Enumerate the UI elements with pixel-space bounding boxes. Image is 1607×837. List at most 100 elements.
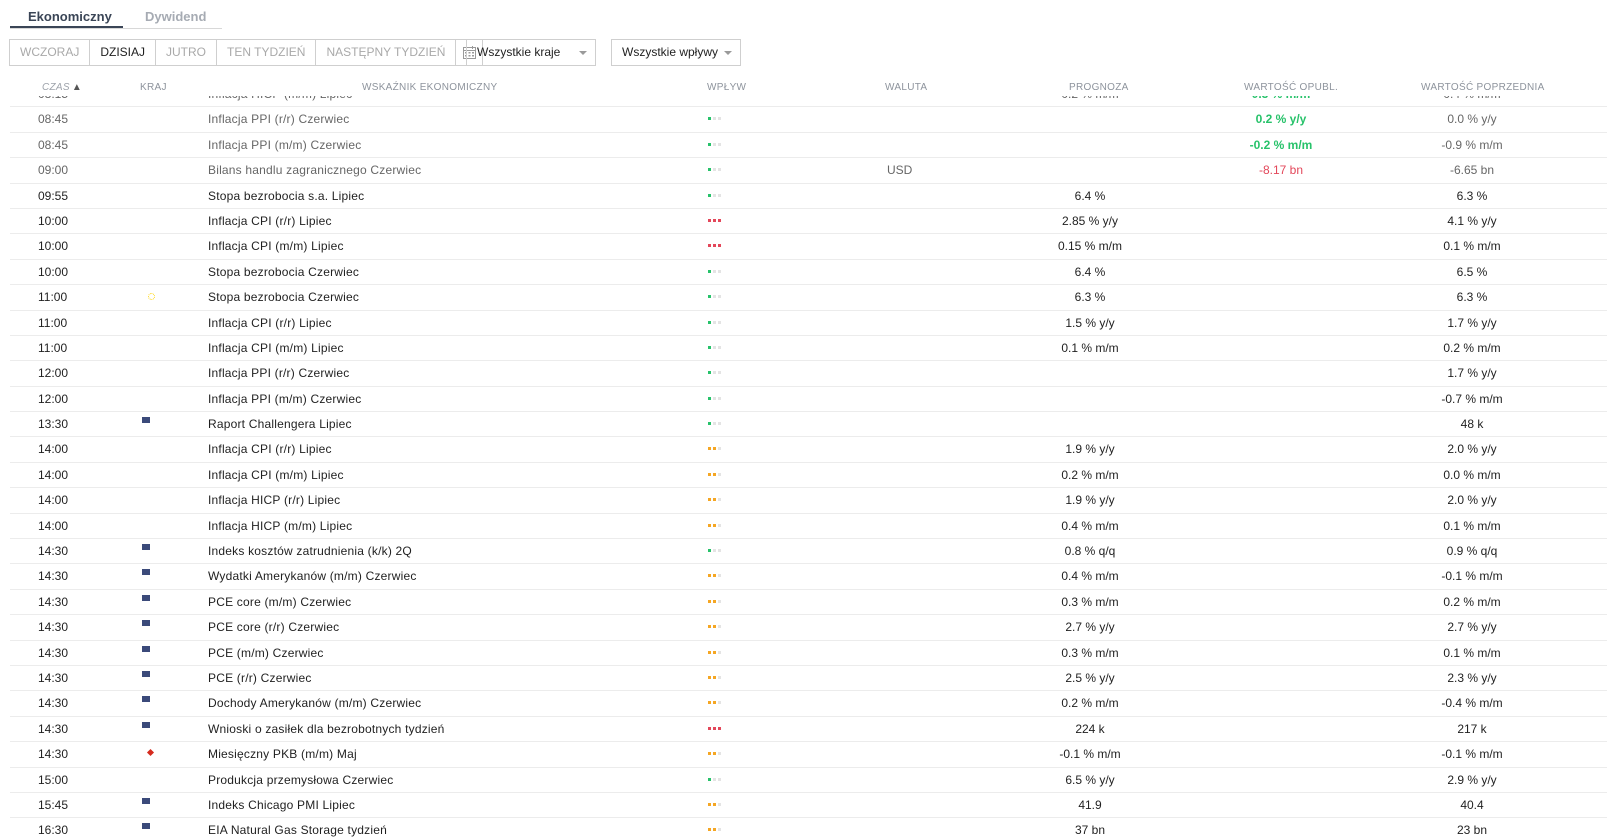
impact-dot xyxy=(713,472,716,476)
impact-dot xyxy=(708,269,711,273)
event-previous: 0.4 % m/m xyxy=(1397,96,1547,106)
event-indicator-name[interactable]: Wnioski o zasiłek dla bezrobotnych tydzi… xyxy=(208,717,445,741)
event-time: 10:00 xyxy=(38,239,69,254)
event-indicator-name[interactable]: Produkcja przemysłowa Czerwiec xyxy=(208,768,393,792)
tab-dividend[interactable]: Dywidend xyxy=(145,9,206,24)
table-row[interactable]: 14:30 Wydatki Amerykanów (m/m) Czerwiec 0.… xyxy=(10,564,1607,590)
table-row[interactable]: 15:45 Indeks Chicago PMI Lipiec 41.9 40.4 xyxy=(10,793,1607,819)
table-row[interactable]: 11:00 Inflacja CPI (r/r) Lipiec 1.5 % y/y 1… xyxy=(10,311,1607,336)
impact-dot xyxy=(718,726,721,730)
event-indicator-name[interactable]: Inflacja PPI (m/m) Czerwiec xyxy=(208,133,361,157)
table-row[interactable]: 12:00 Inflacja PPI (m/m) Czerwiec -0.7 % m… xyxy=(10,387,1607,413)
event-indicator-name[interactable]: Inflacja CPI (r/r) Lipiec xyxy=(208,209,332,233)
event-indicator-name[interactable]: Raport Challengera Lipiec xyxy=(208,412,352,436)
impact-dot xyxy=(708,523,711,527)
table-row[interactable]: 13:30 Raport Challengera Lipiec 48 k xyxy=(10,412,1607,438)
event-previous: -0.7 % m/m xyxy=(1441,391,1503,406)
event-indicator-name[interactable]: Inflacja PPI (m/m) Czerwiec xyxy=(208,387,361,411)
column-header-indicator: WSKAŹNIK EKONOMICZNY xyxy=(362,82,498,93)
table-row[interactable]: 16:30 EIA Natural Gas Storage tydzień 37 b… xyxy=(10,818,1607,837)
table-row[interactable]: 09:00 Bilans handlu zagranicznego Czerwie… xyxy=(10,158,1607,184)
event-indicator-name[interactable]: EIA Natural Gas Storage tydzień xyxy=(208,818,387,837)
impact-dot xyxy=(713,574,716,578)
event-indicator-name[interactable]: Inflacja PPI (r/r) Czerwiec xyxy=(208,107,349,131)
impact-dot xyxy=(708,802,711,806)
table-row[interactable]: 11:00 Inflacja CPI (m/m) Lipiec 0.1 % m/m 0… xyxy=(10,336,1607,362)
event-previous: 0.1 % m/m xyxy=(1443,645,1501,660)
table-row[interactable]: 11:00 Stopa bezrobocia Czerwiec 6.3 % 6.3 % xyxy=(10,285,1607,311)
table-row[interactable]: 14:30 Wnioski o zasiłek dla bezrobotnych … xyxy=(10,717,1607,743)
event-previous: 40.4 xyxy=(1460,797,1484,812)
table-row[interactable]: 14:00 Inflacja HICP (m/m) Lipiec 0.4 % m/m… xyxy=(10,514,1607,540)
event-previous: 6.3 % xyxy=(1456,290,1488,305)
impact-dot xyxy=(708,320,711,324)
event-indicator-name[interactable]: Inflacja CPI (m/m) Lipiec xyxy=(208,463,344,487)
table-row[interactable]: 14:30 PCE core (r/r) Czerwiec 2.7 % y/y 2.7… xyxy=(10,615,1607,641)
table-row[interactable]: 12:00 Inflacja PPI (r/r) Czerwiec 1.7 % y/… xyxy=(10,361,1607,387)
day-today-button[interactable]: DZISIAJ xyxy=(90,40,156,65)
table-row[interactable]: 09:55 Stopa bezrobocia s.a. Lipiec 6.4 % 6.… xyxy=(10,184,1607,209)
event-indicator-name[interactable]: Inflacja HICP (m/m) Lipiec xyxy=(208,514,352,538)
event-indicator-name[interactable]: Inflacja CPI (r/r) Lipiec xyxy=(208,437,332,461)
day-tomorrow-button[interactable]: JUTRO xyxy=(156,40,217,65)
day-next-week-button[interactable]: NASTĘPNY TYDZIEŃ xyxy=(316,40,457,65)
event-indicator-name[interactable]: Inflacja HICP (m/m) Lipiec xyxy=(208,96,352,106)
event-indicator-name[interactable]: PCE core (r/r) Czerwiec xyxy=(208,615,339,639)
event-indicator-name[interactable]: Inflacja CPI (m/m) Lipiec xyxy=(208,234,344,258)
event-indicator-name[interactable]: Miesięczny PKB (m/m) Maj xyxy=(208,742,357,766)
event-indicator-name[interactable]: Dochody Amerykanów (m/m) Czerwiec xyxy=(208,691,421,715)
event-indicator-name[interactable]: Inflacja PPI (r/r) Czerwiec xyxy=(208,361,349,385)
table-row[interactable]: 14:30 Miesięczny PKB (m/m) Maj -0.1 % m/m -… xyxy=(10,742,1607,768)
event-indicator-name[interactable]: Stopa bezrobocia Czerwiec xyxy=(208,260,359,284)
impact-dot xyxy=(708,244,711,248)
event-previous: 0.0 % m/m xyxy=(1443,467,1501,482)
table-row[interactable]: 14:00 Inflacja CPI (m/m) Lipiec 0.2 % m/m 0… xyxy=(10,463,1607,489)
impact-dot xyxy=(708,498,711,502)
event-indicator-name[interactable]: Indeks kosztów zatrudnienia (k/k) 2Q xyxy=(208,539,412,563)
day-this-week-button[interactable]: TEN TYDZIEŃ xyxy=(217,40,317,65)
table-row[interactable]: 14:30 PCE (m/m) Czerwiec 0.3 % m/m 0.1 % m/… xyxy=(10,641,1607,666)
table-row[interactable]: 15:00 Produkcja przemysłowa Czerwiec 6.5 %… xyxy=(10,768,1607,793)
table-row[interactable]: 10:00 Inflacja CPI (r/r) Lipiec 2.85 % y/y… xyxy=(10,209,1607,235)
table-row[interactable]: 08:15 Inflacja HICP (m/m) Lipiec 0.2 % m/m… xyxy=(10,96,1607,108)
event-indicator-name[interactable]: Stopa bezrobocia s.a. Lipiec xyxy=(208,184,364,208)
event-indicator-name[interactable]: PCE (m/m) Czerwiec xyxy=(208,641,324,665)
day-yesterday-button[interactable]: WCZORAJ xyxy=(10,40,91,65)
table-row[interactable]: 10:00 Stopa bezrobocia Czerwiec 6.4 % 6.5 % xyxy=(10,260,1607,286)
impact-select[interactable]: Wszystkie wpływy xyxy=(611,39,741,66)
event-indicator-name[interactable]: Stopa bezrobocia Czerwiec xyxy=(208,285,359,309)
event-time: 11:00 xyxy=(38,290,68,305)
table-row[interactable]: 14:30 Indeks kosztów zatrudnienia (k/k) 2… xyxy=(10,539,1607,565)
column-header-time[interactable]: CZAS ▲ xyxy=(42,82,82,93)
event-previous: 4.1 % y/y xyxy=(1447,213,1497,228)
table-row[interactable]: 14:00 Inflacja CPI (r/r) Lipiec 1.9 % y/y 2… xyxy=(10,437,1607,463)
impact-dot xyxy=(718,422,721,426)
event-indicator-name[interactable]: Wydatki Amerykanów (m/m) Czerwiec xyxy=(208,564,417,588)
table-row[interactable]: 10:00 Inflacja CPI (m/m) Lipiec 0.15 % m/m… xyxy=(10,234,1607,260)
countries-select[interactable]: Wszystkie kraje xyxy=(466,39,596,66)
table-row[interactable]: 08:45 Inflacja PPI (r/r) Czerwiec 0.2 % y/… xyxy=(10,107,1607,133)
tab-economic[interactable]: Ekonomiczny xyxy=(28,9,112,24)
event-indicator-name[interactable]: Bilans handlu zagranicznego Czerwiec xyxy=(208,158,421,182)
table-row[interactable]: 14:30 PCE (r/r) Czerwiec 2.5 % y/y 2.3 % y/… xyxy=(10,666,1607,692)
event-indicator-name[interactable]: Inflacja CPI (m/m) Lipiec xyxy=(208,336,344,360)
event-forecast: 41.9 xyxy=(1078,797,1102,812)
event-indicator-name[interactable]: PCE (r/r) Czerwiec xyxy=(208,666,312,690)
table-row[interactable]: 14:30 PCE core (m/m) Czerwiec 0.3 % m/m 0.2… xyxy=(10,590,1607,616)
table-row[interactable]: 14:00 Inflacja HICP (r/r) Lipiec 1.9 % y/y… xyxy=(10,488,1607,514)
impact-dot xyxy=(713,828,716,832)
event-previous: 0.1 % m/m xyxy=(1443,239,1501,254)
events-table[interactable]: 08:15 Inflacja HICP (m/m) Lipiec 0.2 % m/m… xyxy=(10,96,1607,837)
impact-dot xyxy=(718,218,721,222)
table-row[interactable]: 08:45 Inflacja PPI (m/m) Czerwiec -0.2 % m… xyxy=(10,133,1607,159)
event-time: 14:30 xyxy=(38,620,69,635)
impact-dot xyxy=(708,345,711,349)
event-indicator-name[interactable]: Inflacja CPI (r/r) Lipiec xyxy=(208,311,332,335)
event-previous: -0.1 % m/m xyxy=(1441,747,1503,762)
event-indicator-name[interactable]: Inflacja HICP (r/r) Lipiec xyxy=(208,488,340,512)
table-row[interactable]: 14:30 Dochody Amerykanów (m/m) Czerwiec 0.… xyxy=(10,691,1607,717)
event-previous: 2.9 % y/y xyxy=(1447,772,1497,787)
event-indicator-name[interactable]: Indeks Chicago PMI Lipiec xyxy=(208,793,355,817)
event-time: 11:00 xyxy=(38,340,68,355)
event-indicator-name[interactable]: PCE core (m/m) Czerwiec xyxy=(208,590,351,614)
